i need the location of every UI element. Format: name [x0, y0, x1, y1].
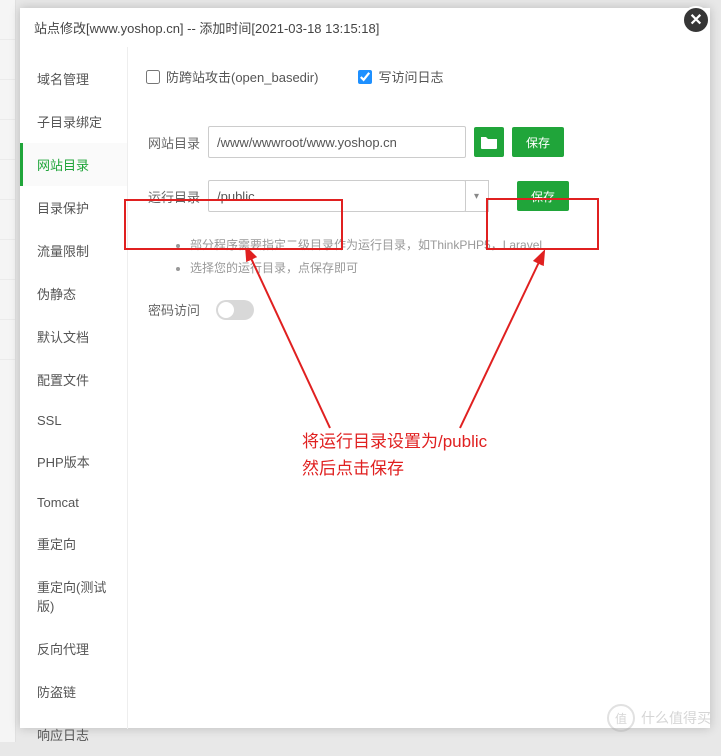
sidebar-item-label: SSL	[37, 413, 62, 428]
sidebar-item-tomcat[interactable]: Tomcat	[20, 483, 127, 522]
sidebar-item-sitedir[interactable]: 网站目录	[20, 143, 127, 186]
sidebar-item-label: 域名管理	[37, 72, 89, 87]
site-edit-modal: ✕ 站点修改[www.yoshop.cn] -- 添加时间[2021-03-18…	[20, 8, 710, 728]
hint-line: 部分程序需要指定二级目录作为运行目录，如ThinkPHP5，Laravel	[190, 234, 692, 257]
site-dir-label: 网站目录	[146, 133, 208, 152]
close-icon[interactable]: ✕	[682, 6, 710, 34]
password-toggle[interactable]	[216, 300, 254, 320]
sidebar-item-label: 伪静态	[37, 287, 76, 302]
sidebar-item-label: 子目录绑定	[37, 115, 102, 130]
modal-title: 站点修改[www.yoshop.cn] -- 添加时间[2021-03-18 1…	[20, 8, 710, 47]
sidebar-item-label: 响应日志	[37, 728, 89, 743]
sidebar-item-label: 默认文档	[37, 330, 89, 345]
sidebar-item-php[interactable]: PHP版本	[20, 440, 127, 483]
hints: 部分程序需要指定二级目录作为运行目录，如ThinkPHP5，Laravel 选择…	[176, 234, 692, 280]
annotation-text: 将运行目录设置为/public 然后点击保存	[302, 428, 487, 482]
watermark: 值 什么值得买	[607, 704, 711, 732]
sidebar-item-redirect-beta[interactable]: 重定向(测试版)	[20, 565, 127, 627]
folder-icon[interactable]	[474, 127, 504, 157]
sidebar-item-domain[interactable]: 域名管理	[20, 57, 127, 100]
sidebar-item-label: 重定向	[37, 537, 76, 552]
sidebar-item-ssl[interactable]: SSL	[20, 401, 127, 440]
checkbox-row: 防跨站攻击(open_basedir) 写访问日志	[146, 67, 692, 86]
open-basedir-label: 防跨站攻击(open_basedir)	[166, 67, 318, 86]
modal-body: 域名管理 子目录绑定 网站目录 目录保护 流量限制 伪静态 默认文档 配置文件 …	[20, 47, 710, 729]
open-basedir-wrap[interactable]: 防跨站攻击(open_basedir)	[146, 67, 318, 86]
background-left-strip	[0, 0, 16, 742]
access-log-label: 写访问日志	[378, 67, 443, 86]
access-log-checkbox[interactable]	[358, 70, 372, 84]
save-run-dir-button[interactable]: 保存	[517, 181, 569, 211]
sidebar-item-rewrite[interactable]: 伪静态	[20, 272, 127, 315]
sidebar-item-label: Tomcat	[37, 495, 79, 510]
site-dir-input[interactable]	[208, 126, 466, 158]
sidebar-item-proxy[interactable]: 反向代理	[20, 627, 127, 670]
sidebar-item-config[interactable]: 配置文件	[20, 358, 127, 401]
password-label: 密码访问	[146, 300, 208, 319]
sidebar-item-label: 流量限制	[37, 244, 89, 259]
access-log-wrap[interactable]: 写访问日志	[358, 67, 443, 86]
run-dir-label: 运行目录	[146, 187, 208, 206]
sidebar-item-defaultdoc[interactable]: 默认文档	[20, 315, 127, 358]
sidebar-item-label: 网站目录	[37, 158, 89, 173]
sidebar-item-label: 反向代理	[37, 642, 89, 657]
content-panel: 防跨站攻击(open_basedir) 写访问日志 网站目录 保存 运行目录 ▾	[128, 47, 710, 729]
run-dir-row: 运行目录 ▾ 保存	[146, 180, 692, 212]
password-row: 密码访问	[146, 300, 692, 320]
run-dir-input[interactable]	[208, 180, 466, 212]
sidebar-item-redirect[interactable]: 重定向	[20, 522, 127, 565]
chevron-down-icon[interactable]: ▾	[465, 180, 489, 212]
annotation-line: 然后点击保存	[302, 455, 487, 482]
sidebar-item-label: 重定向(测试版)	[37, 580, 106, 614]
sidebar-item-label: 目录保护	[37, 201, 89, 216]
sidebar-item-responselog[interactable]: 响应日志	[20, 713, 127, 756]
hint-line: 选择您的运行目录，点保存即可	[190, 257, 692, 280]
annotation-line: 将运行目录设置为/public	[302, 428, 487, 455]
save-site-dir-button[interactable]: 保存	[512, 127, 564, 157]
watermark-icon: 值	[607, 704, 635, 732]
sidebar-item-hotlink[interactable]: 防盗链	[20, 670, 127, 713]
sidebar-item-label: 配置文件	[37, 373, 89, 388]
sidebar-item-subdir[interactable]: 子目录绑定	[20, 100, 127, 143]
site-dir-row: 网站目录 保存	[146, 126, 692, 158]
sidebar: 域名管理 子目录绑定 网站目录 目录保护 流量限制 伪静态 默认文档 配置文件 …	[20, 47, 128, 729]
sidebar-item-label: 防盗链	[37, 685, 76, 700]
watermark-text: 什么值得买	[641, 708, 711, 728]
sidebar-item-dirprotect[interactable]: 目录保护	[20, 186, 127, 229]
sidebar-item-traffic[interactable]: 流量限制	[20, 229, 127, 272]
sidebar-item-label: PHP版本	[37, 455, 90, 470]
open-basedir-checkbox[interactable]	[146, 70, 160, 84]
